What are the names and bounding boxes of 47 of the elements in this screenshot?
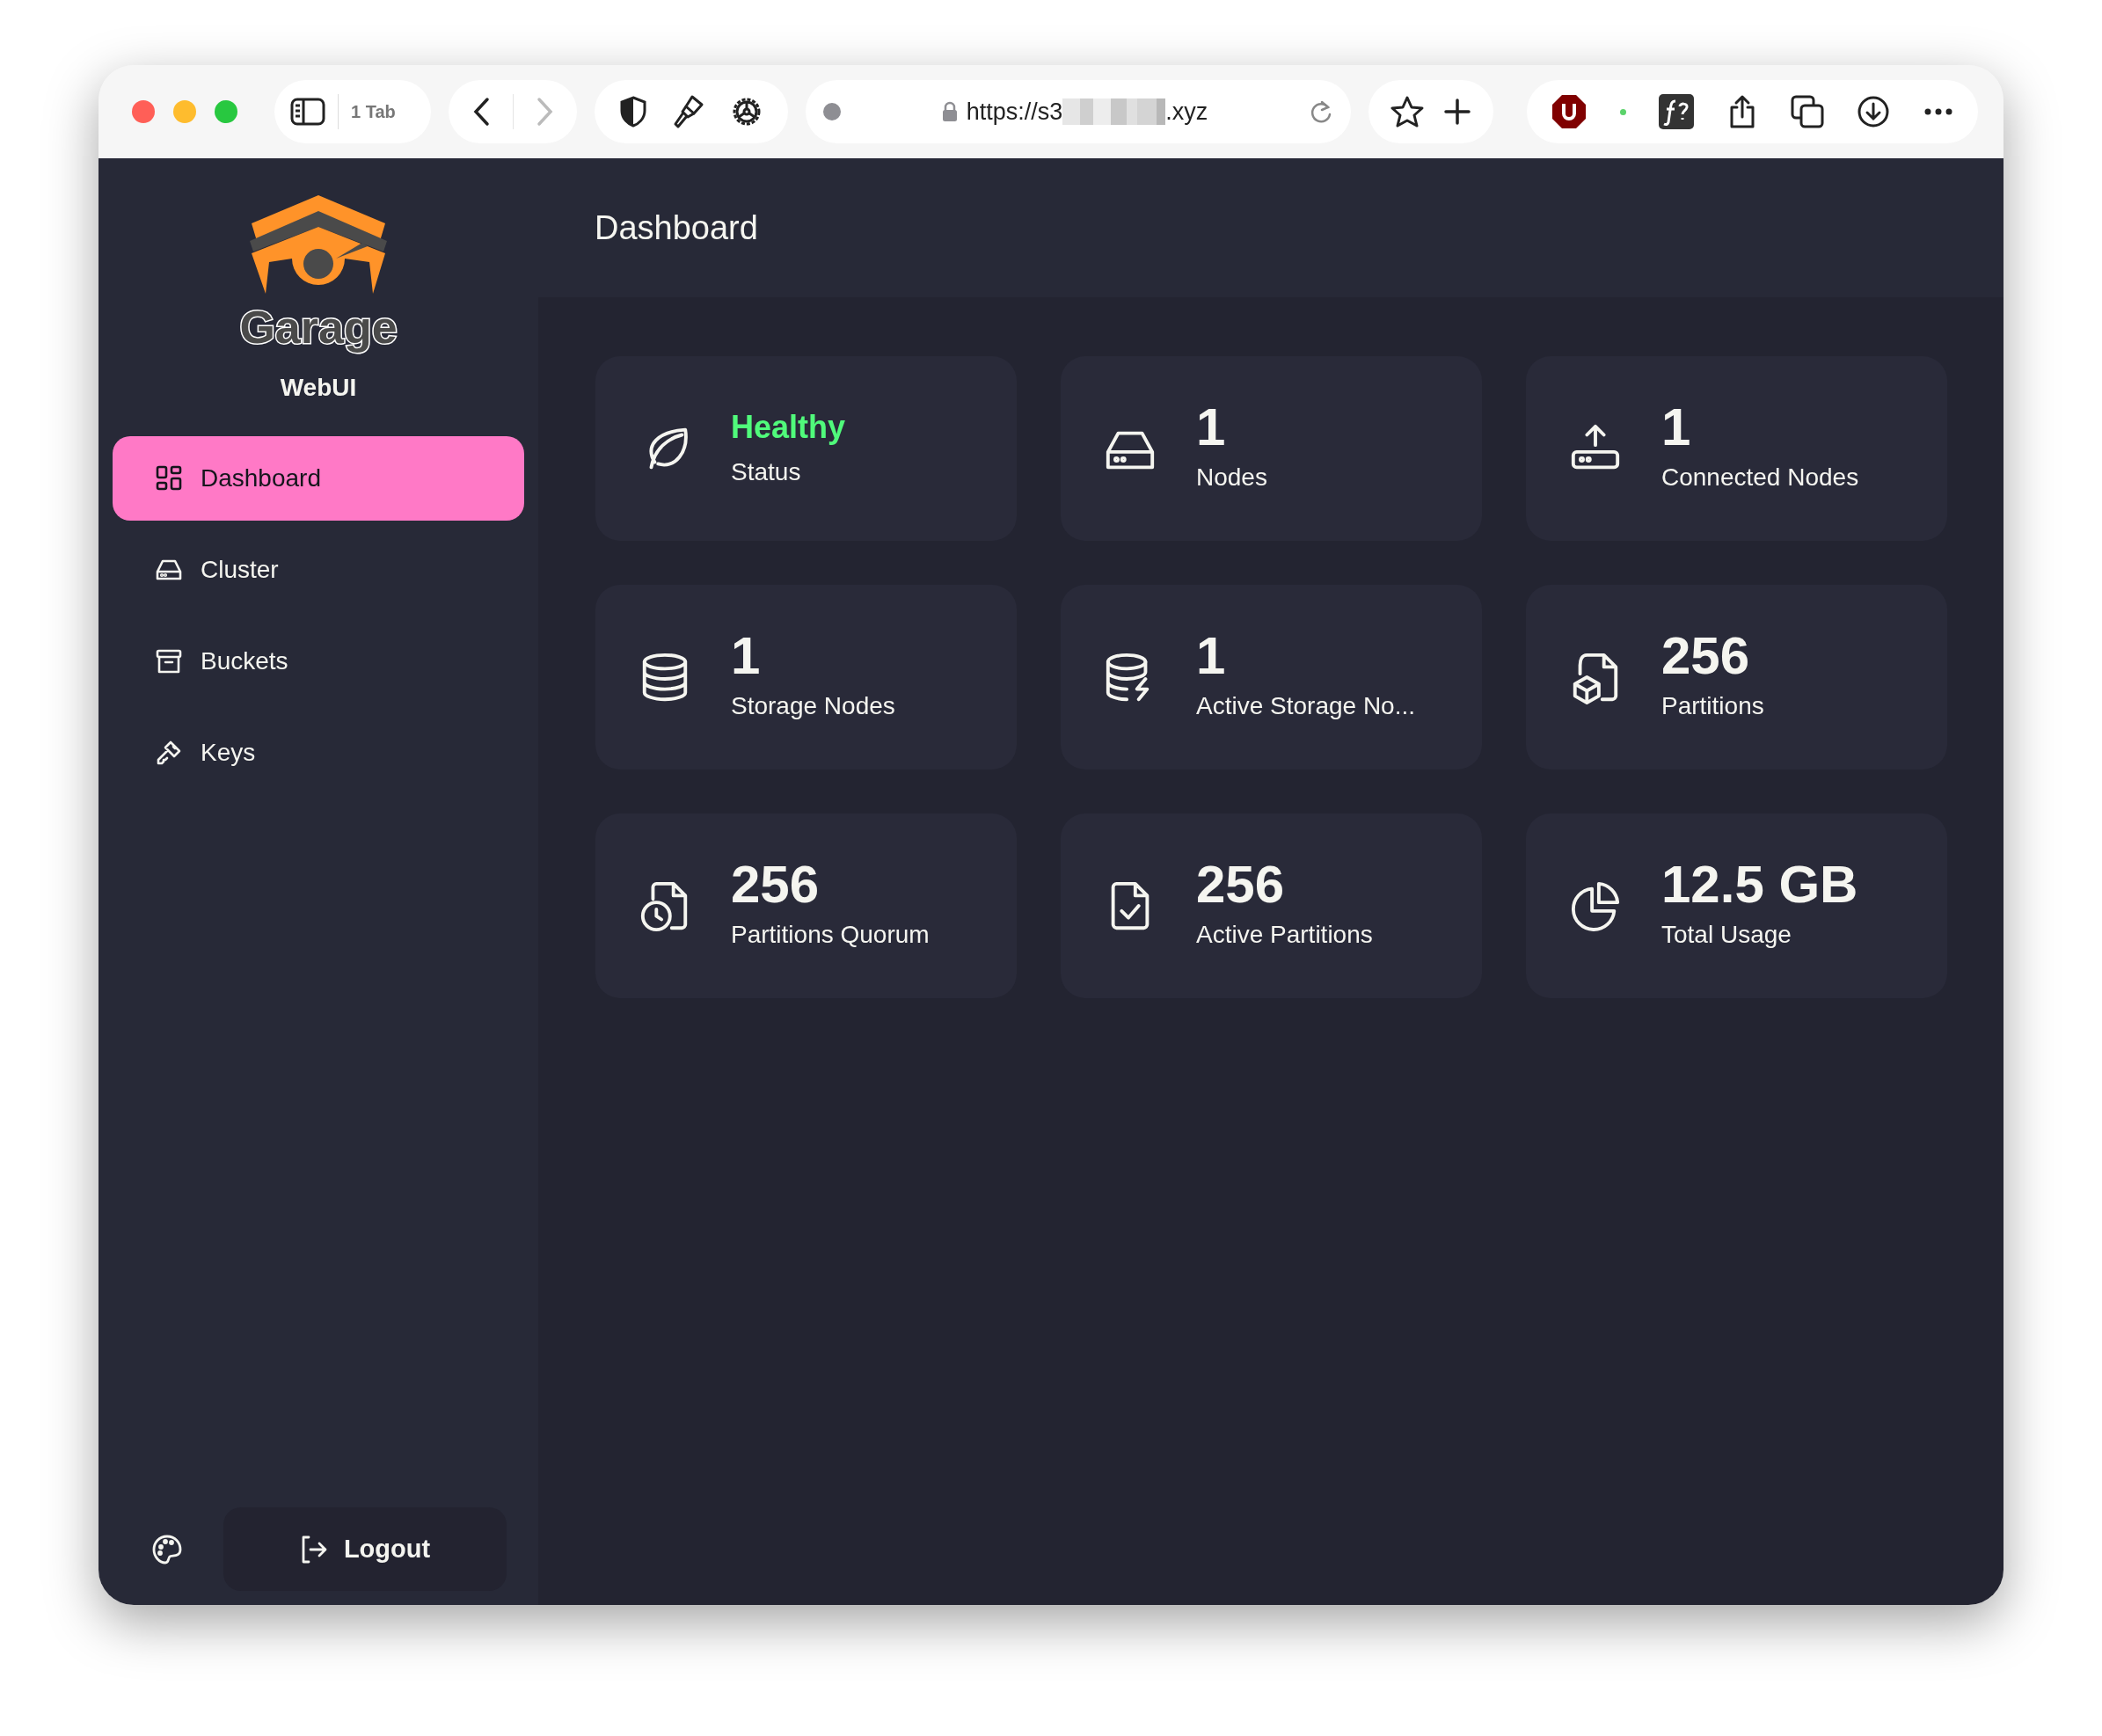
archive-icon <box>155 647 183 675</box>
stat-label: Active Storage No... <box>1196 691 1415 721</box>
stat-label: Partitions <box>1661 691 1764 721</box>
script-icon[interactable] <box>1659 94 1695 129</box>
stat-value: 1 <box>1196 401 1227 454</box>
page-title: Dashboard <box>595 208 758 248</box>
stat-value: 1 <box>1196 630 1227 682</box>
star-icon[interactable] <box>1390 96 1424 128</box>
stat-label: Total Usage <box>1661 920 1792 950</box>
stat-value: 256 <box>1661 630 1751 682</box>
sidebar-toggle-icon[interactable] <box>290 98 325 126</box>
reload-icon[interactable] <box>1309 98 1333 125</box>
url-text: .xyz <box>1165 97 1208 127</box>
app-subtitle: WebUI <box>280 373 357 403</box>
status-value: Healthy <box>731 407 846 447</box>
stat-label: Storage Nodes <box>731 691 895 721</box>
brush-icon[interactable] <box>673 94 704 129</box>
page-status-icon <box>823 103 841 120</box>
stat-value: 256 <box>731 858 821 911</box>
plus-icon[interactable] <box>1443 98 1471 126</box>
stat-label: Nodes <box>1196 463 1267 492</box>
logout-button[interactable]: Logout <box>223 1507 507 1591</box>
stat-label: Partitions Quorum <box>731 920 930 950</box>
close-window-button[interactable] <box>132 100 155 123</box>
tabs-overview-icon[interactable] <box>1790 95 1824 128</box>
dashboard-icon <box>155 464 183 492</box>
stat-value: 1 <box>731 630 762 682</box>
more-icon[interactable] <box>1923 107 1953 116</box>
nav-item[interactable]: Keys <box>113 711 524 795</box>
download-icon[interactable] <box>1857 95 1891 128</box>
stat-label: Status <box>731 456 802 487</box>
palette-icon[interactable] <box>151 1533 183 1565</box>
lock-icon <box>941 101 958 122</box>
url-text: https://s3 <box>966 97 1063 127</box>
nav-item[interactable]: Buckets <box>113 619 524 704</box>
stat-value: 1 <box>1661 401 1692 454</box>
nav-item[interactable]: Dashboard <box>113 436 524 521</box>
stat-label: Connected Nodes <box>1661 463 1859 492</box>
shield-icon[interactable] <box>619 96 648 128</box>
nav-item[interactable]: Cluster <box>113 528 524 612</box>
stop-sign-icon[interactable] <box>1551 94 1587 129</box>
stat-value: 12.5 GB <box>1661 858 1858 911</box>
tab-count[interactable]: 1 Tab <box>351 98 396 125</box>
address-bar[interactable]: https://s3 .xyz <box>806 80 1351 143</box>
key-icon <box>155 739 183 767</box>
stat-label: Active Partitions <box>1196 920 1373 950</box>
stat-value: 256 <box>1196 858 1286 911</box>
